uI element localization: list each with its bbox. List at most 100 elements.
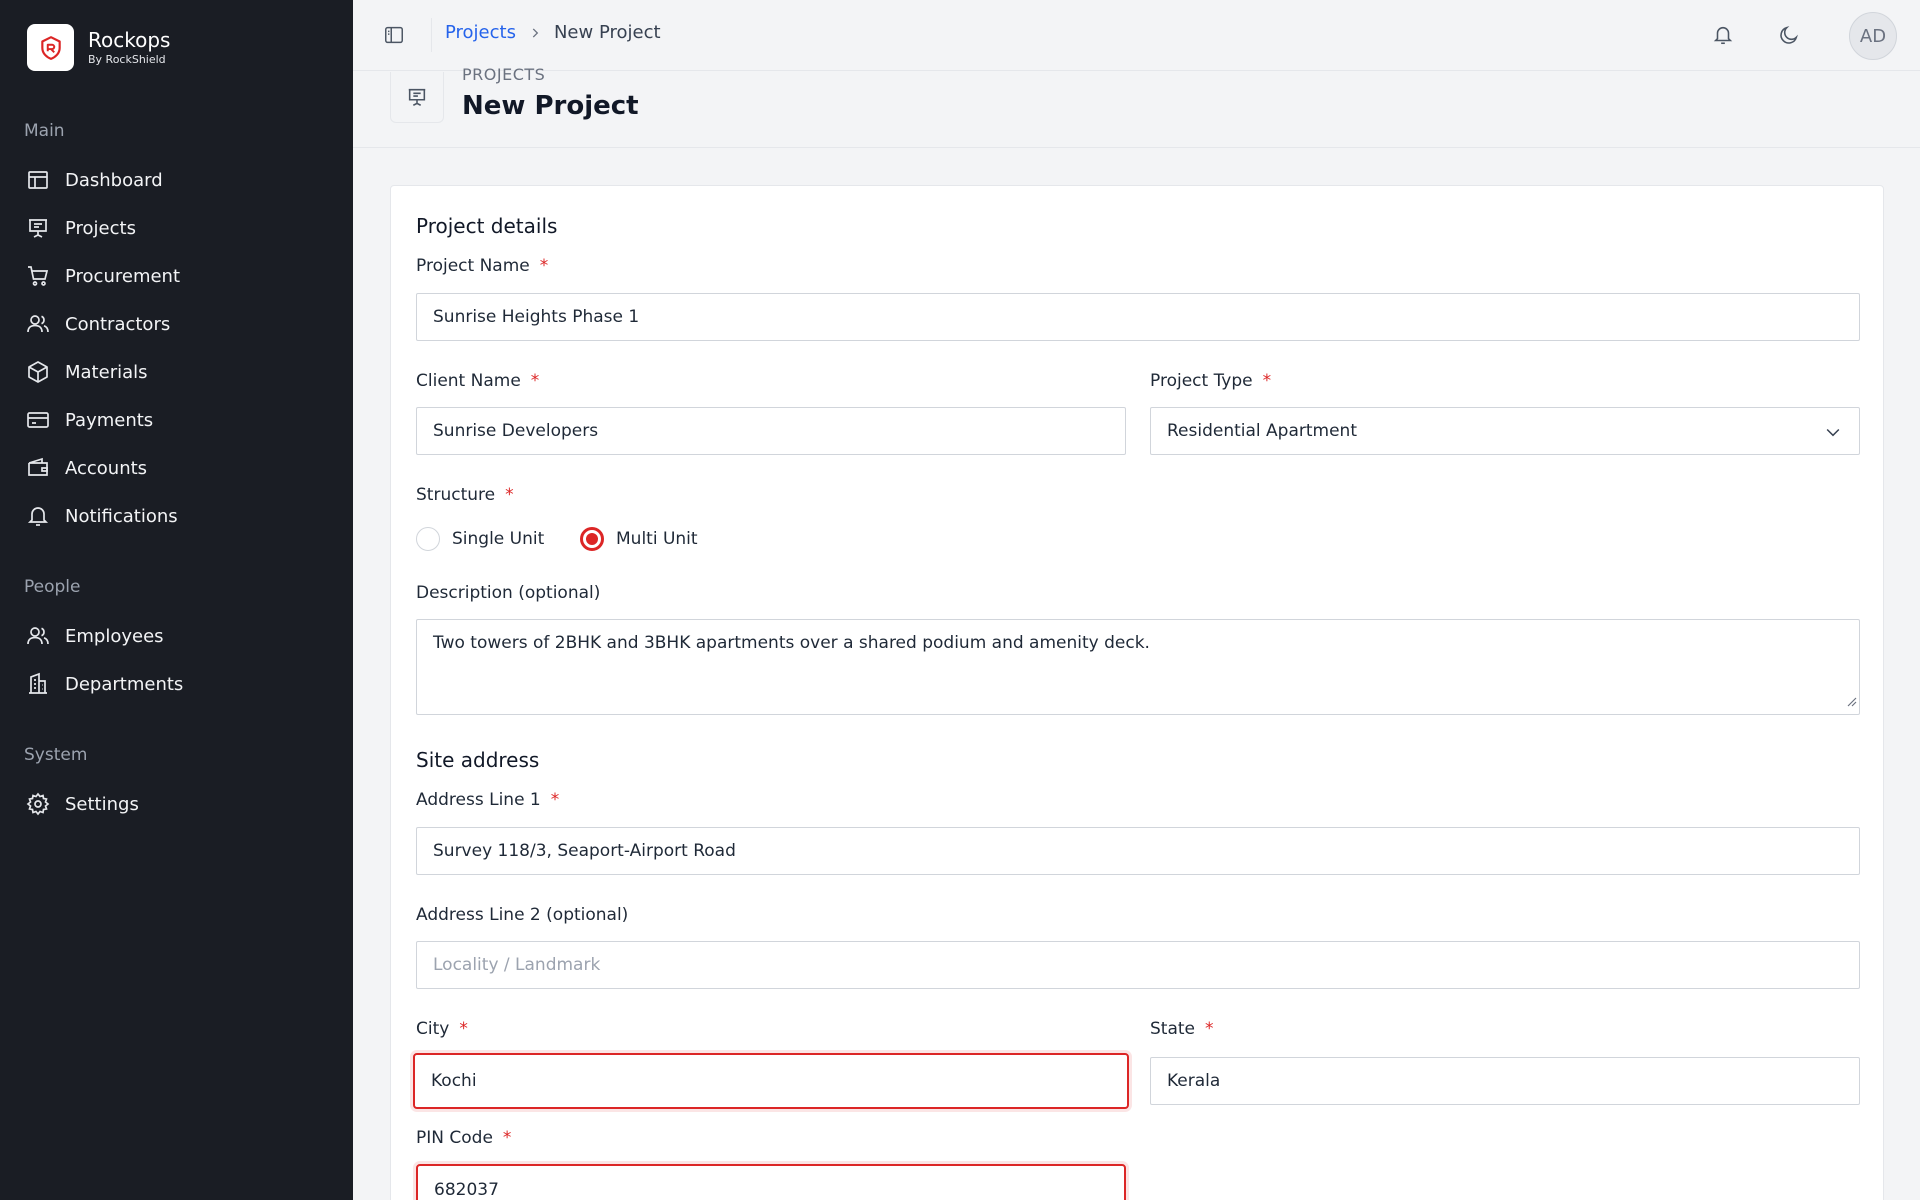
address-line2-label: Address Line 2 (optional) [416,905,629,925]
pin-code-label-text: PIN Code [416,1128,493,1148]
project-type-label: Project Type * [1150,371,1271,391]
required-mark: * [502,1128,512,1148]
address-line1-label: Address Line 1 * [416,790,559,810]
building-icon [29,672,47,694]
sidebar-item-settings[interactable]: Settings [26,789,139,819]
radio-label: Multi Unit [616,529,698,549]
required-mark: * [459,1019,468,1039]
state-label-text: State [1150,1019,1195,1039]
radio-label: Single Unit [452,529,545,549]
sidebar-item-notifications[interactable]: Notifications [26,501,178,531]
address-line1-label-text: Address Line 1 [416,790,541,810]
structure-label: Structure * [416,485,514,505]
bell-icon [1713,26,1733,45]
resize-handle-icon[interactable] [1845,692,1857,712]
brand-logo-icon [27,24,74,71]
project-form-card: Project details Project Name * Sunrise He… [390,185,1884,1200]
sidebar-item-label: Dashboard [65,169,163,191]
client-name-input[interactable]: Sunrise Developers [416,407,1126,455]
sidebar-item-dashboard[interactable]: Dashboard [26,165,163,195]
sidebar-item-departments[interactable]: Departments [26,669,183,699]
sidebar-item-label: Departments [65,673,184,695]
city-input[interactable]: Kochi [413,1053,1129,1109]
pin-code-label: PIN Code * [416,1128,511,1148]
city-label-text: City [416,1019,450,1039]
sidebar-item-label: Settings [65,793,139,815]
section-title-project-details: Project details [416,214,558,238]
project-type-select[interactable]: Residential Apartment [1150,407,1860,455]
notifications-button[interactable] [1710,22,1736,48]
projects-icon [29,219,47,238]
radio-multi-unit[interactable] [580,527,604,551]
sidebar-toggle-icon [385,26,403,44]
nav-section-people: People [24,577,81,597]
sidebar-item-label: Employees [65,625,164,647]
client-name-label-text: Client Name [416,371,521,391]
project-type-label-text: Project Type [1150,371,1253,391]
required-mark: * [530,371,540,391]
avatar[interactable]: AD [1849,12,1897,60]
theme-toggle-button[interactable] [1776,22,1802,48]
page-eyebrow: PROJECTS [462,65,546,84]
topbar-divider [431,18,432,52]
page-title: New Project [462,91,639,121]
required-mark: * [550,790,560,810]
required-mark: * [1205,1019,1214,1039]
cart-icon [28,266,49,286]
breadcrumb: Projects New Project [445,22,661,43]
project-name-label-text: Project Name [416,256,530,276]
brand-subtitle: By RockShield [88,53,166,66]
page-header: PROJECTS New Project [353,65,1920,148]
sidebar-item-label: Accounts [65,457,148,479]
box-icon [28,361,48,383]
project-name-label: Project Name * [416,256,548,276]
sidebar-item-payments[interactable]: Payments [26,405,153,435]
breadcrumb-current: New Project [553,22,661,43]
wallet-icon [28,457,48,476]
city-label: City * [416,1019,468,1039]
sidebar-toggle-button[interactable] [381,22,407,48]
bell-icon [27,507,49,526]
pin-code-input[interactable]: 682037 [416,1164,1126,1200]
address-line1-input[interactable]: Survey 118/3, Seaport-Airport Road [416,827,1860,875]
brand[interactable]: Rockops By RockShield [27,24,170,71]
description-textarea[interactable]: Two towers of 2BHK and 3BHK apartments o… [416,619,1860,715]
section-title-site-address: Site address [416,748,540,772]
nav-section-main: Main [24,121,65,141]
sidebar-item-projects[interactable]: Projects [26,213,136,243]
sidebar-item-employees[interactable]: Employees [26,621,164,651]
chevron-down-icon [1823,422,1843,447]
users-icon [27,627,49,645]
required-mark: * [505,485,514,505]
structure-option-multi-unit[interactable]: Multi Unit [580,527,698,551]
structure-option-single-unit[interactable]: Single Unit [416,527,544,551]
state-input[interactable]: Kerala [1150,1057,1860,1105]
structure-label-text: Structure [416,485,496,505]
required-mark: * [539,256,549,276]
client-name-label: Client Name * [416,371,539,391]
sidebar-item-label: Materials [65,361,148,383]
moon-icon [1780,26,1798,44]
description-label: Description (optional) [416,583,601,603]
description-text: Two towers of 2BHK and 3BHK apartments o… [433,633,1150,653]
project-name-input[interactable]: Sunrise Heights Phase 1 [416,293,1860,341]
breadcrumb-projects-link[interactable]: Projects [445,22,516,43]
sidebar-item-materials[interactable]: Materials [26,357,148,387]
brand-name: Rockops [88,28,171,52]
required-mark: * [1262,371,1272,391]
gear-icon [26,792,50,816]
projects-icon [390,72,444,123]
sidebar-item-contractors[interactable]: Contractors [26,309,170,339]
sidebar-item-label: Payments [65,409,154,431]
credit-card-icon [27,412,49,428]
nav-section-system: System [24,745,88,765]
sidebar-item-label: Notifications [65,505,178,527]
users-icon [27,315,49,333]
sidebar-item-accounts[interactable]: Accounts [26,453,147,483]
project-type-value: Residential Apartment [1167,421,1357,441]
sidebar-item-procurement[interactable]: Procurement [26,261,180,291]
radio-single-unit[interactable] [416,527,440,551]
dashboard-icon [28,171,48,189]
sidebar-item-label: Projects [65,217,136,239]
address-line2-input[interactable]: Locality / Landmark [416,941,1860,989]
